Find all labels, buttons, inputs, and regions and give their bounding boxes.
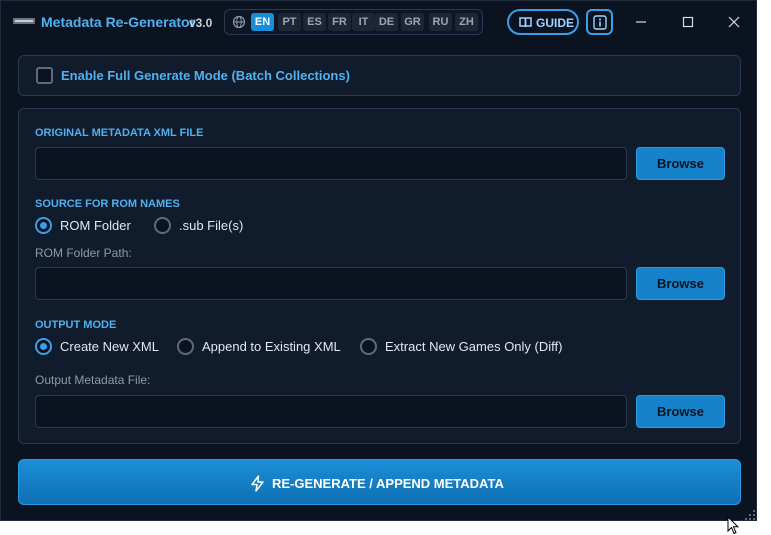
maximize-icon [682,16,694,28]
close-icon [728,16,740,28]
rom-folder-path-label: ROM Folder Path: [35,246,132,260]
form-panel: ORIGINAL METADATA XML FILE Browse SOURCE… [18,108,741,444]
batch-mode-panel: Enable Full Generate Mode (Batch Collect… [18,55,741,96]
output-file-input[interactable] [35,395,627,428]
language-es-button[interactable]: ES [303,13,326,31]
extract-new-games-radio-label: Extract New Games Only (Diff) [385,339,563,354]
batch-mode-label: Enable Full Generate Mode (Batch Collect… [61,68,350,83]
language-it-button[interactable]: IT [352,13,375,31]
rom-folder-browse-button[interactable]: Browse [636,267,725,300]
language-pt-button[interactable]: PT [278,13,301,31]
original-xml-section-label: ORIGINAL METADATA XML FILE [35,127,204,139]
language-gr-button[interactable]: GR [401,13,424,31]
maximize-button[interactable] [677,11,699,33]
title-bar: Metadata Re-Generator v3.0 EN PT ES FR I… [1,1,756,43]
batch-mode-checkbox[interactable] [36,67,53,84]
lightning-bolt-icon [251,475,264,492]
globe-icon [232,15,246,29]
sub-files-radio[interactable] [154,217,171,234]
app-window: Metadata Re-Generator v3.0 EN PT ES FR I… [0,0,757,521]
guide-button[interactable]: GUIDE [507,9,579,35]
regenerate-button-label: RE-GENERATE / APPEND METADATA [272,476,504,491]
language-en-button[interactable]: EN [251,13,274,31]
minimize-button[interactable] [630,11,652,33]
info-button[interactable] [586,9,613,35]
rom-folder-radio-label: ROM Folder [60,218,131,233]
create-new-xml-radio-label: Create New XML [60,339,159,354]
language-fr-button[interactable]: FR [328,13,351,31]
mouse-cursor-icon [727,516,739,535]
rom-folder-radio[interactable] [35,217,52,234]
output-file-label: Output Metadata File: [35,373,151,387]
book-icon [519,17,532,28]
append-existing-xml-radio[interactable] [177,338,194,355]
rom-folder-path-input[interactable] [35,267,627,300]
extract-new-games-radio[interactable] [360,338,377,355]
sub-files-radio-label: .sub File(s) [179,218,244,233]
resize-grip-icon[interactable] [744,509,756,521]
close-button[interactable] [723,11,745,33]
append-existing-xml-radio-label: Append to Existing XML [202,339,341,354]
language-selector: EN PT ES FR IT DE GR RU ZH [224,9,483,35]
info-icon [593,15,607,30]
output-file-browse-button[interactable]: Browse [636,395,725,428]
minimize-icon [636,21,646,23]
create-new-xml-radio[interactable] [35,338,52,355]
rom-source-section-label: SOURCE FOR ROM NAMES [35,198,180,210]
app-logo-icon [13,18,35,24]
output-mode-section-label: OUTPUT MODE [35,319,117,331]
app-version: v3.0 [189,16,213,30]
guide-label: GUIDE [536,16,575,30]
language-zh-button[interactable]: ZH [455,13,478,31]
language-de-button[interactable]: DE [375,13,398,31]
regenerate-button[interactable]: RE-GENERATE / APPEND METADATA [18,459,741,505]
original-xml-input[interactable] [35,147,627,180]
original-xml-browse-button[interactable]: Browse [636,147,725,180]
app-title: Metadata Re-Generator [41,14,196,30]
language-ru-button[interactable]: RU [429,13,452,31]
